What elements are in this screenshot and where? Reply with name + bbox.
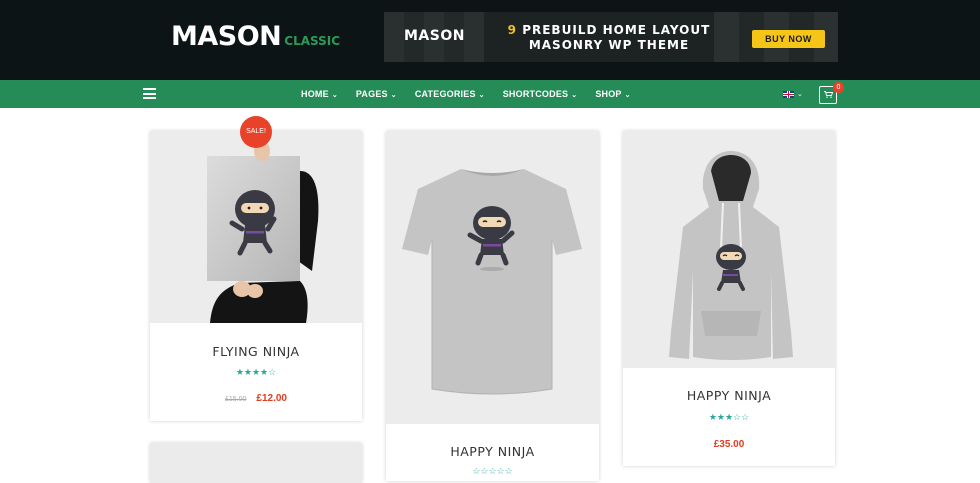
product-card[interactable]: HAPPY NINJA ★★★☆☆ £35.00 bbox=[623, 131, 835, 466]
poster-ninja-illustration bbox=[150, 131, 362, 323]
product-title[interactable]: HAPPY NINJA bbox=[623, 388, 835, 403]
banner-brand: MASON bbox=[404, 28, 465, 44]
chevron-down-icon: ⌄ bbox=[390, 92, 397, 99]
nav-item-categories[interactable]: CATEGORIES ⌄ bbox=[415, 89, 485, 99]
logo-main-text: MASON bbox=[171, 21, 282, 52]
nav-item-shortcodes[interactable]: SHORTCODES ⌄ bbox=[503, 89, 578, 99]
shopping-cart-icon bbox=[824, 91, 833, 98]
product-price: £35.00 bbox=[713, 439, 745, 450]
product-image[interactable] bbox=[150, 443, 362, 483]
site-logo[interactable]: MASON CLASSIC bbox=[171, 21, 340, 52]
nav-item-label: CATEGORIES bbox=[414, 89, 476, 99]
product-title[interactable]: HAPPY NINJA bbox=[386, 444, 599, 459]
product-price: £15.00 £12.00 bbox=[150, 393, 362, 404]
banner-number: 9 bbox=[507, 23, 518, 37]
product-image[interactable] bbox=[623, 131, 835, 368]
product-image[interactable] bbox=[150, 131, 362, 323]
nav-item-label: PAGES bbox=[355, 89, 388, 99]
chevron-down-icon: ⌄ bbox=[624, 92, 631, 99]
hamburger-icon[interactable] bbox=[143, 88, 156, 99]
logo-sub-text: CLASSIC bbox=[284, 34, 341, 48]
product-image[interactable] bbox=[386, 131, 599, 424]
star-rating: ☆☆☆☆☆ bbox=[472, 466, 513, 476]
tshirt-ninja-illustration bbox=[386, 131, 599, 424]
banner-subline: MASONRY WP THEME bbox=[528, 38, 690, 52]
uk-flag-icon[interactable] bbox=[783, 91, 794, 98]
star-rating: ★★★★☆ bbox=[235, 367, 277, 377]
nav-item-label: SHOP bbox=[595, 89, 622, 99]
nav-item-pages[interactable]: PAGES ⌄ bbox=[356, 89, 397, 99]
product-card[interactable] bbox=[150, 443, 362, 483]
cart-count-badge: 0 bbox=[833, 82, 844, 93]
nav-menu: HOME ⌄ PAGES ⌄ CATEGORIES ⌄ SHORTCODES ⌄ SHO… bbox=[301, 80, 649, 108]
nav-item-label: HOME bbox=[301, 89, 329, 99]
site-header: MASON CLASSIC MASON 9 PREBUILD HOME LAYO… bbox=[0, 0, 980, 80]
product-card[interactable]: FLYING NINJA ★★★★☆ £15.00 £12.00 bbox=[150, 131, 362, 421]
language-chevron-icon[interactable]: ⌄ bbox=[797, 90, 803, 98]
nav-item-shop[interactable]: SHOP ⌄ bbox=[595, 89, 630, 99]
star-rating: ★★★☆☆ bbox=[708, 412, 750, 422]
product-title[interactable]: FLYING NINJA bbox=[150, 344, 362, 359]
sale-price: £12.00 bbox=[256, 393, 287, 404]
old-price: £15.00 bbox=[224, 396, 247, 403]
banner-headline: 9 PREBUILD HOME LAYOUT bbox=[504, 23, 714, 37]
chevron-down-icon: ⌄ bbox=[478, 92, 485, 99]
banner-line1: PREBUILD HOME LAYOUT bbox=[522, 23, 711, 37]
nav-item-home[interactable]: HOME ⌄ bbox=[301, 89, 338, 99]
nav-item-label: SHORTCODES bbox=[502, 89, 569, 99]
hoodie-ninja-illustration bbox=[623, 131, 835, 368]
buy-now-button[interactable]: BUY NOW bbox=[752, 30, 825, 48]
chevron-down-icon: ⌄ bbox=[571, 92, 578, 99]
promo-banner[interactable]: MASON 9 PREBUILD HOME LAYOUT MASONRY WP … bbox=[384, 12, 838, 62]
product-card[interactable]: HAPPY NINJA ☆☆☆☆☆ bbox=[386, 131, 599, 481]
chevron-down-icon: ⌄ bbox=[331, 92, 338, 99]
sale-badge: SALE! bbox=[240, 116, 272, 148]
